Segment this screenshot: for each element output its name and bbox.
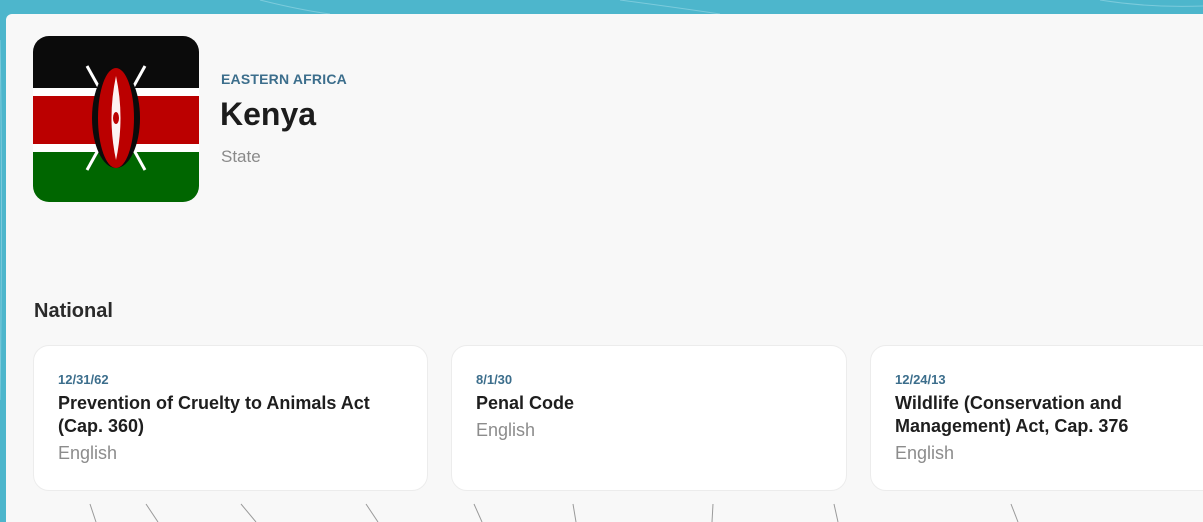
entity-type-label: State xyxy=(221,147,261,166)
law-date: 12/24/13 xyxy=(895,372,946,387)
law-language: English xyxy=(895,443,955,463)
page-title: Kenya xyxy=(220,96,317,132)
law-language: English xyxy=(58,443,118,463)
region-label: EASTERN AFRICA xyxy=(221,71,347,87)
country-panel: EASTERN AFRICA Kenya State National 12/3… xyxy=(6,14,1203,522)
law-title: Wildlife (Conservation and Management) A… xyxy=(895,393,1129,436)
law-title: Penal Code xyxy=(476,393,575,413)
law-card[interactable]: 8/1/30 Penal Code English xyxy=(451,345,847,491)
law-card[interactable]: 12/24/13 Wildlife (Conservation and Mana… xyxy=(870,345,1203,491)
law-language: English xyxy=(476,420,536,440)
section-heading-national: National xyxy=(34,300,113,322)
law-date: 12/31/62 xyxy=(58,372,109,387)
kenya-flag-icon xyxy=(33,36,199,202)
law-title: Prevention of Cruelty to Animals Act (Ca… xyxy=(58,393,370,436)
law-date: 8/1/30 xyxy=(476,372,513,387)
law-card[interactable]: 12/31/62 Prevention of Cruelty to Animal… xyxy=(33,345,428,491)
